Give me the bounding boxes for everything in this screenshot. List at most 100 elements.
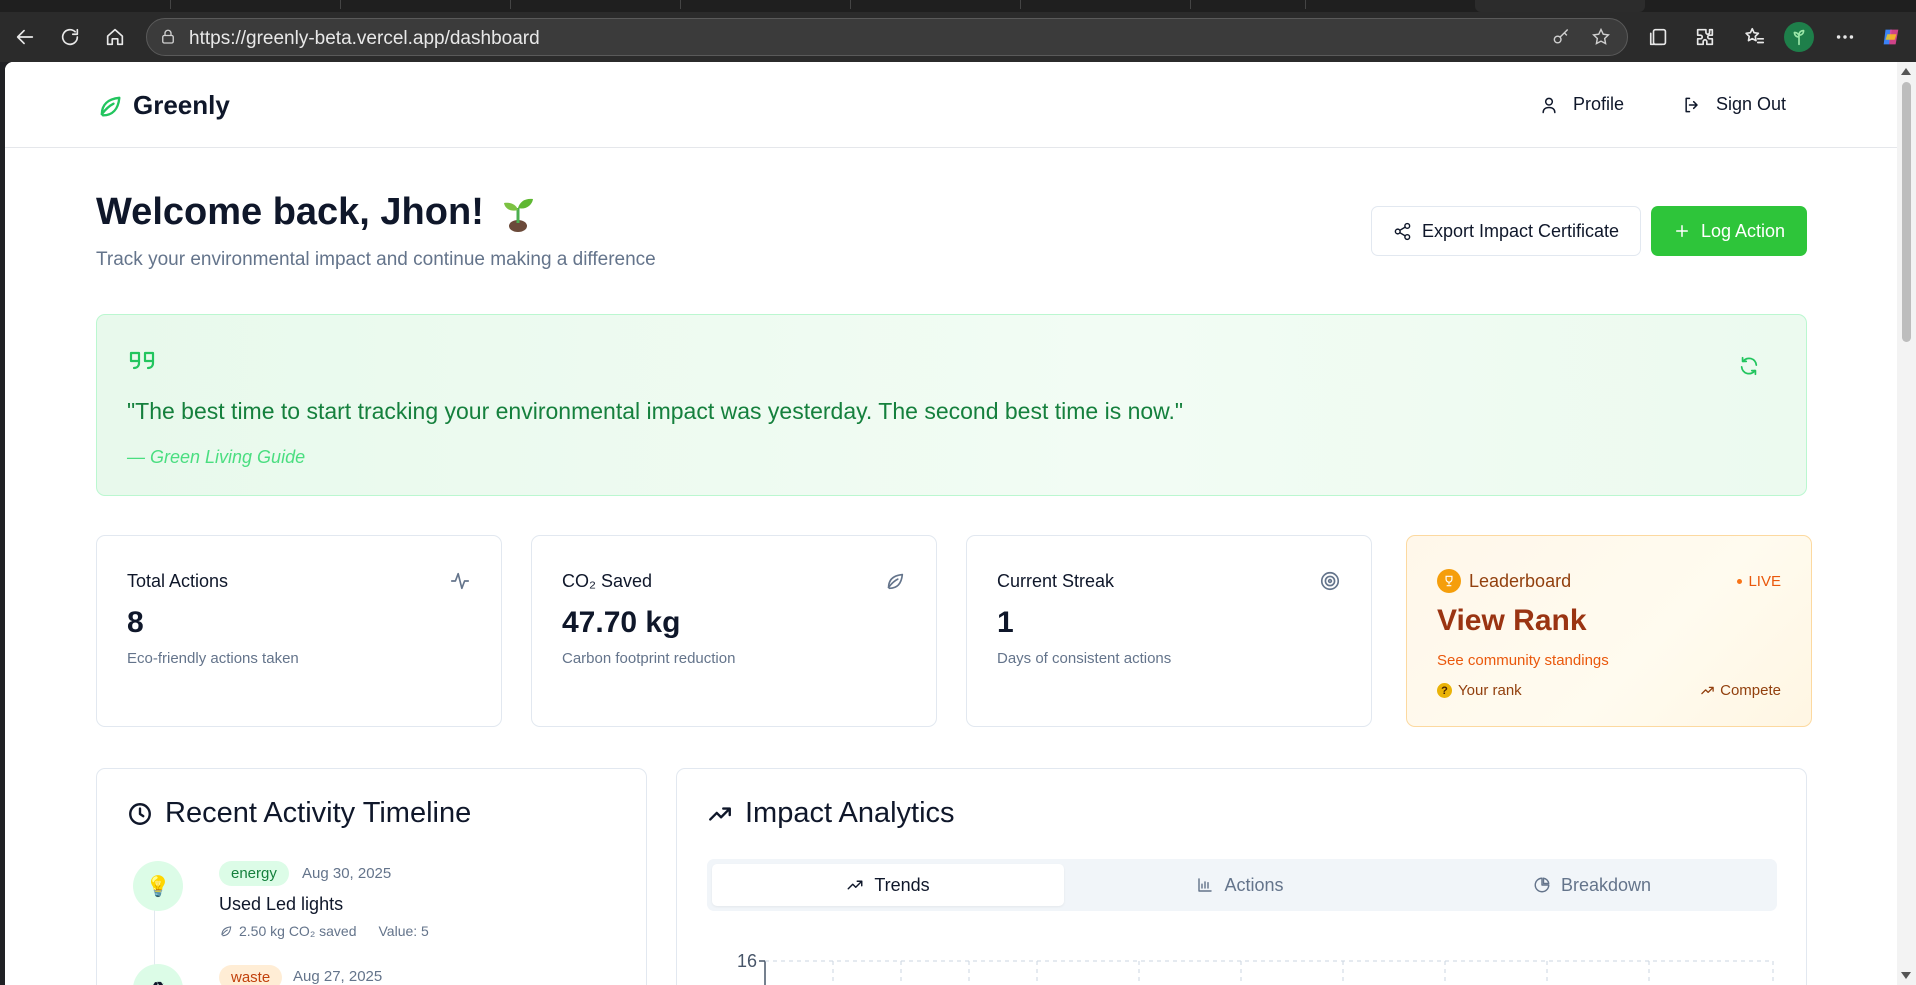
trends-chart: 16 <box>707 939 1777 985</box>
quote-text: "The best time to start tracking your en… <box>127 398 1184 424</box>
logout-icon <box>1685 97 1698 112</box>
tab-label: Breakdown <box>1560 874 1652 895</box>
category-badge: waste <box>219 965 283 985</box>
tab-divider <box>1190 0 1191 9</box>
impact-analytics-card: Impact Analytics Trends Actions Breakdow… <box>676 768 1807 985</box>
your-rank: ? Your rank <box>1437 682 1522 699</box>
leaderboard-label: Leaderboard <box>1469 571 1572 591</box>
tab-divider <box>510 0 511 9</box>
app-header: Greenly Profile Sign Out <box>5 62 1897 148</box>
your-rank-label: Your rank <box>1458 682 1522 699</box>
question-icon: ? <box>1437 683 1452 698</box>
key-icon[interactable] <box>1551 27 1571 47</box>
tab-trends[interactable]: Trends <box>712 864 1064 906</box>
log-action-button[interactable]: Log Action <box>1651 206 1807 256</box>
stat-card-current-streak: Current Streak 1 Days of consistent acti… <box>966 535 1372 727</box>
activity-date: Aug 30, 2025 <box>302 865 392 882</box>
analytics-title-text: Impact Analytics <box>745 797 955 829</box>
tab-divider <box>170 0 171 9</box>
co2-saved: 2.50 kg CO₂ saved <box>239 923 357 939</box>
brand-logo[interactable]: Greenly <box>96 90 230 121</box>
tab-divider <box>1020 0 1021 9</box>
lightbulb-icon: 💡 <box>133 861 183 911</box>
page-scrollbar[interactable] <box>1897 62 1916 985</box>
view-rank-title: View Rank <box>1437 604 1587 637</box>
leaf-icon <box>884 570 906 592</box>
export-certificate-button[interactable]: Export Impact Certificate <box>1371 206 1641 256</box>
bar-chart-icon <box>1198 878 1213 892</box>
stat-card-total-actions: Total Actions 8 Eco-friendly actions tak… <box>96 535 502 727</box>
welcome-subtitle: Track your environmental impact and cont… <box>96 249 656 270</box>
active-browser-tab[interactable] <box>1475 0 1645 12</box>
tab-actions[interactable]: Actions <box>1064 864 1416 906</box>
tab-label: Trends <box>874 874 930 895</box>
scroll-down-icon[interactable] <box>1901 972 1911 979</box>
refresh-quote-icon[interactable] <box>1738 355 1762 379</box>
tab-breakdown[interactable]: Breakdown <box>1416 864 1768 906</box>
leaf-icon <box>221 926 232 937</box>
lock-icon[interactable] <box>159 28 177 46</box>
extensions-icon[interactable] <box>1690 22 1720 52</box>
profile-link[interactable]: Profile <box>1539 94 1624 115</box>
favorite-star-icon[interactable] <box>1591 27 1611 47</box>
trophy-icon <box>1437 569 1461 593</box>
welcome-text: Welcome back, Jhon! <box>96 190 484 233</box>
stat-description: Carbon footprint reduction <box>562 650 736 667</box>
vertical-grid <box>832 961 1774 985</box>
leaderboard-subtitle: See community standings <box>1437 652 1609 669</box>
compete-link[interactable]: Compete <box>1700 682 1781 699</box>
more-menu-icon[interactable] <box>1830 22 1860 52</box>
address-bar[interactable]: https://greenly-beta.vercel.app/dashboar… <box>146 18 1628 56</box>
seedling-icon <box>503 198 533 232</box>
trends-chart-svg: 16 <box>737 951 1774 985</box>
activity-title: Used Led lights <box>219 894 344 914</box>
timeline-title-text: Recent Activity Timeline <box>165 797 472 829</box>
tab-divider <box>680 0 681 9</box>
share-icon <box>1394 222 1411 240</box>
live-badge: LIVE <box>1737 573 1781 590</box>
stat-value: 1 <box>997 606 1014 639</box>
copilot-icon[interactable] <box>1876 22 1906 52</box>
timeline-title: Recent Activity Timeline <box>127 797 471 830</box>
analytics-tabs: Trends Actions Breakdown <box>707 859 1777 911</box>
recent-activity-card: Recent Activity Timeline 💡 energy Aug 30… <box>96 768 647 985</box>
export-certificate-label: Export Impact Certificate <box>1421 220 1620 241</box>
stat-value: 47.70 kg <box>562 606 681 639</box>
activity-icon <box>449 570 471 592</box>
scroll-up-icon[interactable] <box>1901 68 1911 75</box>
collections-icon[interactable] <box>1644 22 1674 52</box>
leaf-logo-icon <box>100 96 121 117</box>
stat-description: Eco-friendly actions taken <box>127 650 299 667</box>
browser-toolbar: https://greenly-beta.vercel.app/dashboar… <box>0 12 1916 62</box>
brand-name: Greenly <box>133 90 230 120</box>
signout-label: Sign Out <box>1716 94 1787 114</box>
leaderboard-card[interactable]: Leaderboard LIVE View Rank See community… <box>1406 535 1812 727</box>
tab-divider <box>1305 0 1306 9</box>
live-dot-icon <box>1737 579 1743 584</box>
tab-divider <box>850 0 851 9</box>
reload-icon[interactable] <box>55 22 85 52</box>
stat-value: 8 <box>127 606 144 639</box>
profile-avatar-icon[interactable] <box>1784 22 1814 52</box>
target-icon <box>1319 570 1341 592</box>
quote-card: "The best time to start tracking your en… <box>96 314 1807 496</box>
live-text: LIVE <box>1748 573 1781 590</box>
favorites-list-icon[interactable] <box>1740 22 1770 52</box>
stat-label: CO₂ Saved <box>562 571 653 591</box>
signout-link[interactable]: Sign Out <box>1682 94 1786 115</box>
stat-label: Current Streak <box>997 571 1115 591</box>
tab-label: Actions <box>1224 874 1284 895</box>
stat-label: Total Actions <box>127 571 229 591</box>
url-text[interactable]: https://greenly-beta.vercel.app/dashboar… <box>189 28 540 50</box>
user-icon <box>1542 97 1556 113</box>
activity-value: Value: 5 <box>378 923 429 939</box>
analytics-title: Impact Analytics <box>707 797 955 830</box>
scrollbar-thumb[interactable] <box>1902 82 1911 342</box>
compete-label: Compete <box>1720 682 1781 699</box>
back-icon[interactable] <box>10 22 40 52</box>
trending-up-icon <box>847 880 863 890</box>
trending-up-icon <box>709 806 731 821</box>
home-icon[interactable] <box>100 22 130 52</box>
quote-icon <box>127 345 157 375</box>
plus-icon <box>1675 225 1688 237</box>
